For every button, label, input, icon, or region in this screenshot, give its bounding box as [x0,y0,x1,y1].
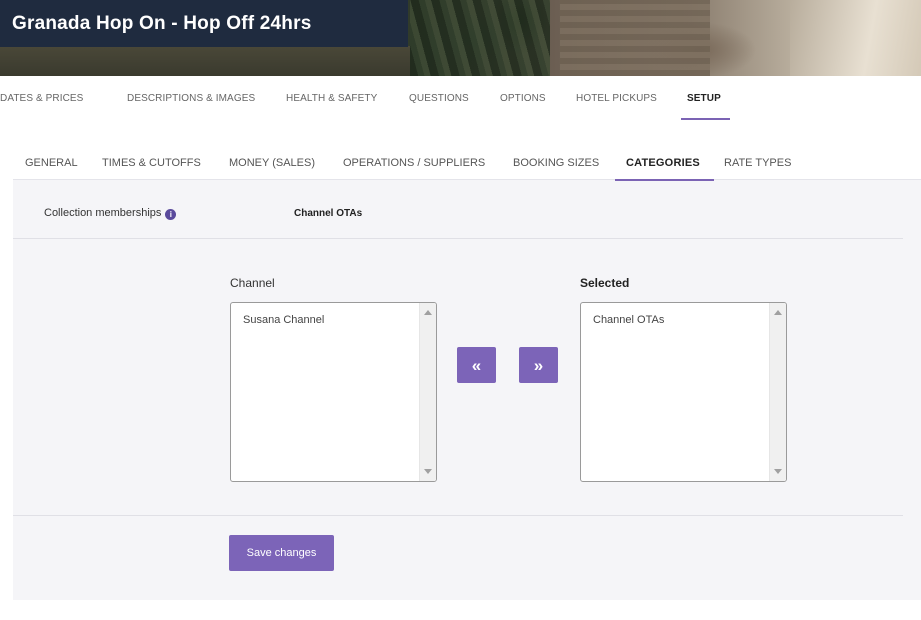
page-title-box: Granada Hop On - Hop Off 24hrs [0,0,408,47]
selected-list-label: Selected [580,276,630,290]
banner-photo-building [560,0,710,76]
subtab-money-sales[interactable]: MONEY (SALES) [229,157,315,169]
subtab-categories[interactable]: CATEGORIES [626,157,700,169]
header-banner-image: Granada Hop On - Hop Off 24hrs [0,0,921,76]
tab-questions[interactable]: QUESTIONS [409,93,469,104]
list-item[interactable]: Susana Channel [243,314,324,326]
form-divider [13,515,903,516]
listbox-scrollbar[interactable] [769,303,786,481]
scroll-down-arrow-icon[interactable] [774,469,782,474]
tab-dates-prices[interactable]: DATES & PRICES [0,93,83,104]
tab-descriptions-images[interactable]: DESCRIPTIONS & IMAGES [127,93,255,104]
move-right-button[interactable]: » [519,347,558,383]
active-tab-indicator [681,118,730,120]
tab-setup[interactable]: SETUP [687,93,721,104]
channel-listbox[interactable]: Susana Channel [230,302,437,482]
selected-listbox[interactable]: Channel OTAs [580,302,787,482]
tab-options[interactable]: OPTIONS [500,93,546,104]
subtab-operations-suppliers[interactable]: OPERATIONS / SUPPLIERS [343,157,485,169]
subtab-general[interactable]: GENERAL [25,157,78,169]
tab-health-safety[interactable]: HEALTH & SAFETY [286,93,377,104]
collection-memberships-text: Collection memberships [44,207,162,219]
save-changes-button[interactable]: Save changes [229,535,334,571]
scroll-up-arrow-icon[interactable] [424,310,432,315]
subtab-rate-types[interactable]: RATE TYPES [724,157,791,169]
channel-list-label: Channel [230,276,275,290]
banner-photo-rock [790,0,921,76]
settings-panel: GENERAL TIMES & CUTOFFS MONEY (SALES) OP… [13,122,921,600]
subtab-booking-sizes[interactable]: BOOKING SIZES [513,157,599,169]
collection-membership-row: Collection memberships i Channel OTAs [13,181,903,239]
subtab-times-cutoffs[interactable]: TIMES & CUTOFFS [102,157,201,169]
collection-memberships-label: Collection memberships i [44,207,177,220]
collection-memberships-value: Channel OTAs [294,208,363,219]
move-left-button[interactable]: « [457,347,496,383]
info-icon[interactable]: i [165,209,177,220]
top-tab-bar: DATES & PRICES DESCRIPTIONS & IMAGES HEA… [0,76,921,122]
tab-hotel-pickups[interactable]: HOTEL PICKUPS [576,93,657,104]
page-title: Granada Hop On - Hop Off 24hrs [12,12,312,34]
list-item[interactable]: Channel OTAs [593,314,664,326]
sub-tab-bar: GENERAL TIMES & CUTOFFS MONEY (SALES) OP… [13,122,921,181]
listbox-scrollbar[interactable] [419,303,436,481]
scroll-up-arrow-icon[interactable] [774,310,782,315]
banner-photo-trees [410,0,550,76]
scroll-down-arrow-icon[interactable] [424,469,432,474]
banner-photo-shadow [0,46,410,76]
